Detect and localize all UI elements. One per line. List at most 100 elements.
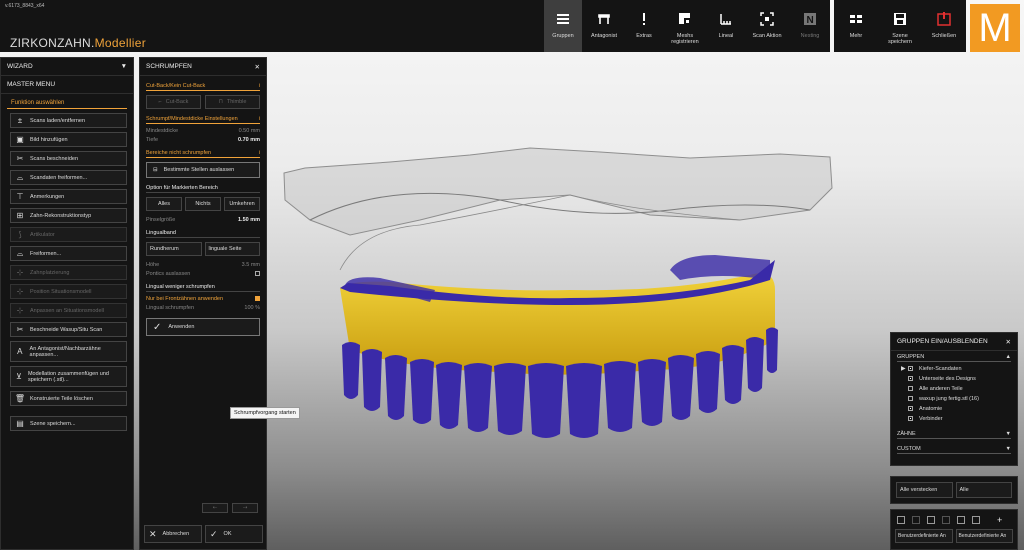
group-item[interactable]: ▶ Kiefer-Scandaten [901, 365, 1011, 373]
pontics-row[interactable]: Pontics auslassen [146, 271, 260, 277]
info-icon[interactable]: i [259, 83, 260, 89]
field-value: 0.70 mm [237, 137, 260, 143]
annotation-icon: ⊤ [16, 192, 24, 201]
undo-icon[interactable]: ⇠ [202, 503, 228, 513]
dialog-actions: ✕ Abbrechen ✓ OK [144, 525, 263, 543]
group-visibility-checkbox[interactable] [908, 406, 913, 411]
view-swatch[interactable] [927, 516, 935, 524]
group-visibility-checkbox[interactable] [908, 416, 913, 421]
wizard-button[interactable]: 🗑 Konstruierte Teile löschen [10, 391, 127, 406]
around-button[interactable]: Rundherum [146, 242, 202, 256]
front-teeth-row[interactable]: Nur bei Frontzähnen anwenden [146, 296, 260, 302]
min-thickness-row[interactable]: Mindestdicke 0.50 mm [146, 128, 260, 134]
exclude-areas-button[interactable]: ⊟ Bestimmte Stellen auslassen [146, 162, 260, 178]
lingual-shrink-row[interactable]: Lingual schrumpfen 100 % [146, 305, 260, 311]
field-label: Pontics auslassen [146, 271, 191, 277]
apply-button[interactable]: ✓ Anwenden [146, 318, 260, 336]
toolbar-save-scene-button[interactable]: Szene speichern [878, 0, 922, 52]
group-item[interactable]: Unterseite des Designs [901, 375, 1011, 382]
wizard-button[interactable]: ▤ Szene speichern... [10, 416, 127, 431]
lingual-side-button[interactable]: linguale Seite [204, 242, 260, 256]
select-none-button[interactable]: Nichts [185, 197, 221, 211]
cutback-icon: ⌐ [158, 99, 162, 105]
dental-model-viewport[interactable] [270, 140, 870, 440]
group-item[interactable]: Anatomie [901, 405, 1011, 412]
wizard-button[interactable]: ⊹ Position Situationsmodell [10, 284, 127, 299]
cutback-button[interactable]: ⌐ Cut-Back [146, 95, 201, 109]
thimble-button[interactable]: ⊓ Thimble [205, 95, 260, 109]
hide-all-button[interactable]: Alle verstecken [896, 482, 953, 498]
section-label: Lingualband [146, 230, 176, 236]
wizard-button[interactable]: ✂ Beschneide Wasup/Situ Scan [10, 322, 127, 337]
add-icon[interactable]: + [997, 515, 1002, 525]
group-visibility-checkbox[interactable] [908, 386, 913, 391]
wizard-button[interactable]: A An Antagonist/Nachbarzähne anpassen... [10, 341, 127, 362]
tooth-place-icon: ⊹ [16, 268, 24, 277]
height-row[interactable]: Höhe 3.5 mm [146, 262, 260, 268]
toolbar-label: Mehr [849, 33, 863, 39]
toolbar-scan-aktion-button[interactable]: Scan Aktion [744, 0, 790, 52]
wizard-button[interactable]: ⌓ Scandaten freiformen... [10, 170, 127, 185]
wizard-button[interactable]: ▣ Bild hinzufügen [10, 132, 127, 147]
toolbar-lineal-button[interactable]: Lineal [708, 0, 744, 52]
wizard-button[interactable]: ⌓ Freiformen... [10, 246, 127, 261]
depth-row[interactable]: Tiefe 0.70 mm [146, 137, 260, 143]
toolbar-nesting-button[interactable]: N Nesting [790, 0, 830, 52]
wizard-button[interactable]: ⊹ Zahnplatzierung [10, 265, 127, 280]
front-teeth-checkbox[interactable] [255, 296, 260, 301]
view-swatch[interactable] [942, 516, 950, 524]
wizard-button[interactable]: ⊞ Zahn-Rekonstruktionstyp [10, 208, 127, 223]
wizard-button[interactable]: ⊹ Anpassen an Situationsmodell [10, 303, 127, 318]
field-label: Nur bei Frontzähnen anwenden [146, 296, 224, 302]
master-menu[interactable]: MASTER MENU [1, 76, 133, 94]
custom-section[interactable]: CUSTOM ▼ [897, 443, 1011, 454]
toolbar-mehr-button[interactable]: Mehr [834, 0, 878, 52]
info-icon[interactable]: i [259, 116, 260, 122]
toolbar-gruppen-button[interactable]: Gruppen [544, 0, 582, 52]
cancel-button[interactable]: ✕ Abbrechen [144, 525, 202, 543]
view-swatch[interactable] [972, 516, 980, 524]
groups-section[interactable]: GRUPPEN ▲ [897, 351, 1011, 362]
image-add-icon: ▣ [16, 135, 24, 144]
view-swatch[interactable] [957, 516, 965, 524]
toolbar-close-button[interactable]: Schließen [922, 0, 966, 52]
wizard-button[interactable]: ⊤ Anmerkungen [10, 189, 127, 204]
group-item[interactable]: Verbinder [901, 415, 1011, 422]
ok-button[interactable]: ✓ OK [205, 525, 263, 543]
redo-icon[interactable]: ⇢ [232, 503, 258, 513]
close-icon[interactable]: ✕ [1006, 338, 1011, 346]
toolbar-meshs-button[interactable]: Meshs registrieren [662, 0, 708, 52]
invert-button[interactable]: Umkehren [224, 197, 260, 211]
group-visibility-checkbox[interactable] [908, 376, 913, 381]
group-visibility-checkbox[interactable] [908, 366, 913, 371]
close-icon[interactable]: ✕ [255, 63, 260, 71]
custom-view-button-2[interactable]: Benutzerdefinierte An [955, 529, 1013, 543]
section-label: ZÄHNE [897, 431, 916, 437]
group-item[interactable]: Alle anderen Teile [901, 385, 1011, 392]
toolbar-extras-button[interactable]: Extras [626, 0, 662, 52]
wizard-button[interactable]: ⊻ Modellation zusammenfügen und speichern… [10, 366, 127, 387]
custom-view-button-1[interactable]: Benutzerdefinierte An [895, 529, 953, 543]
toolbar-label: Szene speichern [888, 33, 912, 45]
wizard-button[interactable]: ⟆ Artikulator [10, 227, 127, 242]
toolbar-antagonist-button[interactable]: Antagonist [582, 0, 626, 52]
groups-title: GRUPPEN EIN/AUSBLENDEN [897, 338, 988, 345]
button-label: Bestimmte Stellen auslassen [163, 167, 235, 173]
save-icon [891, 10, 909, 28]
section-label: GRUPPEN [897, 354, 925, 360]
view-swatch[interactable] [912, 516, 920, 524]
show-all-button[interactable]: Alle [955, 482, 1012, 498]
wizard-button[interactable]: ✂ Scans beschneiden [10, 151, 127, 166]
info-icon[interactable]: i [259, 150, 260, 156]
undo-redo-row: ⇠ ⇢ [202, 503, 258, 513]
expand-arrow-icon[interactable]: ▶ [901, 365, 908, 372]
teeth-section[interactable]: ZÄHNE ▼ [897, 428, 1011, 439]
wizard-button[interactable]: ± Scans laden/entfernen [10, 113, 127, 128]
brush-size-row[interactable]: Pinselgröße 1.50 mm [146, 217, 260, 223]
view-swatch[interactable] [897, 516, 905, 524]
group-item[interactable]: waxup jung fertig.stl (16) [901, 395, 1011, 402]
pontics-checkbox[interactable] [255, 271, 260, 276]
group-visibility-checkbox[interactable] [908, 396, 913, 401]
wizard-header[interactable]: WIZARD ▼ [1, 58, 133, 76]
select-all-button[interactable]: Alles [146, 197, 182, 211]
